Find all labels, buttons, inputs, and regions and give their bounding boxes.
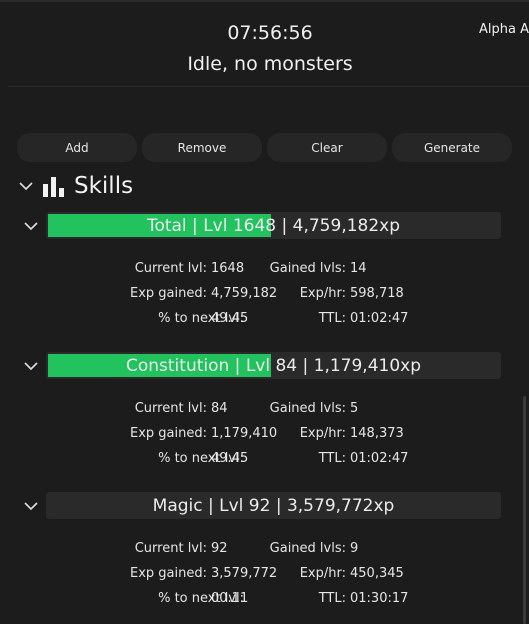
ttl-value: 01:02:47 (350, 311, 409, 326)
add-button[interactable]: Add (17, 133, 137, 162)
exp-hr-value: 598,718 (350, 286, 404, 301)
current-lvl-label: Current lvl: (134, 261, 207, 276)
exp-hr-value: 148,373 (350, 426, 404, 441)
current-lvl-label: Current lvl: (134, 401, 207, 416)
exp-hr-label: Exp/hr: (299, 286, 346, 301)
ttl-label: TTL: (318, 451, 346, 466)
pct-next-label: % to next lvl: (158, 451, 244, 466)
gained-lvls-label: Gained lvls: (269, 541, 346, 556)
status-text: Idle, no monsters (187, 53, 353, 75)
skill-stats: Current lvl: 92 Gained lvls: 9 Exp gaine… (0, 541, 529, 611)
skill-progress-bar[interactable]: Magic | Lvl 92 | 3,579,772xp (46, 492, 501, 519)
skill-collapse-chevron-icon[interactable] (24, 361, 38, 373)
window-top-edge (0, 0, 529, 2)
skills-collapse-chevron-icon[interactable] (19, 181, 33, 193)
exp-gained-label: Exp gained: (130, 426, 207, 441)
skill-stats: Current lvl: 84 Gained lvls: 5 Exp gaine… (0, 401, 529, 471)
exp-hr-value: 450,345 (350, 566, 404, 581)
ttl-label: TTL: (318, 311, 346, 326)
gained-lvls-value: 14 (350, 261, 367, 276)
exp-gained-label: Exp gained: (130, 286, 207, 301)
exp-hr-label: Exp/hr: (299, 566, 346, 581)
skill-label: Constitution | Lvl 84 | 1,179,410xp (125, 355, 422, 376)
skill-label: Total | Lvl 1648 | 4,759,182xp (146, 215, 401, 236)
bar-chart-icon (42, 176, 66, 202)
clear-button[interactable]: Clear (267, 133, 387, 162)
ttl-value: 01:02:47 (350, 451, 409, 466)
pct-next-label: % to next lvl: (158, 591, 244, 606)
generate-button[interactable]: Generate (392, 133, 512, 162)
gained-lvls-label: Gained lvls: (269, 261, 346, 276)
plugin-title: Alpha A (479, 22, 529, 37)
exp-hr-label: Exp/hr: (299, 426, 346, 441)
current-lvl-label: Current lvl: (134, 541, 207, 556)
skill-progress-bar[interactable]: Total | Lvl 1648 | 4,759,182xp (46, 212, 501, 239)
header-divider (8, 86, 529, 87)
skill-label: Magic | Lvl 92 | 3,579,772xp (152, 495, 395, 516)
gained-lvls-label: Gained lvls: (269, 401, 346, 416)
skill-collapse-chevron-icon[interactable] (24, 221, 38, 233)
ttl-label: TTL: (318, 591, 346, 606)
gained-lvls-value: 9 (350, 541, 359, 556)
exp-gained-label: Exp gained: (130, 566, 207, 581)
skill-progress-bar[interactable]: Constitution | Lvl 84 | 1,179,410xp (46, 352, 501, 379)
remove-button[interactable]: Remove (142, 133, 262, 162)
section-title: Skills (74, 173, 134, 199)
skill-collapse-chevron-icon[interactable] (24, 501, 38, 513)
ttl-value: 01:30:17 (350, 591, 409, 606)
skill-stats: Current lvl: 1648 Gained lvls: 14 Exp ga… (0, 261, 529, 331)
timer-display: 07:56:56 (227, 22, 313, 44)
gained-lvls-value: 5 (350, 401, 359, 416)
pct-next-label: % to next lvl: (158, 311, 244, 326)
